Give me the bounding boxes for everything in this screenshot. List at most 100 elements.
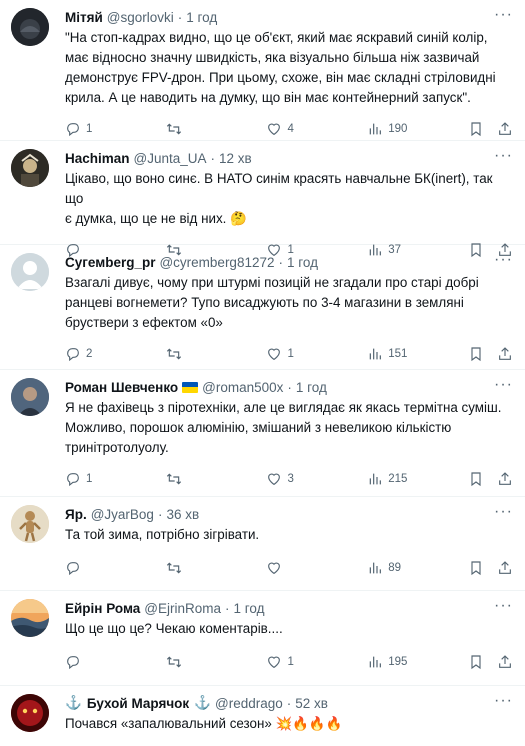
retweet-button[interactable] xyxy=(166,471,267,487)
author-name[interactable]: Мітяй xyxy=(65,10,103,25)
more-icon[interactable]: ··· xyxy=(494,377,513,393)
like-button[interactable]: 1 xyxy=(266,654,367,670)
action-bar: 1 195 xyxy=(65,645,513,679)
timestamp[interactable]: 1 год xyxy=(186,10,217,25)
reply-tweet[interactable]: Hachiman @Junta_UA · 12 хв ··· Цікаво, щ… xyxy=(0,141,525,258)
reply-icon xyxy=(67,123,79,137)
views-icon xyxy=(369,348,382,360)
bookmark-button[interactable] xyxy=(468,654,497,670)
reply-button[interactable]: 1 xyxy=(65,471,166,487)
author-handle[interactable]: @JyarBog xyxy=(91,507,154,522)
reply-tweet[interactable]: Cyгемberg_pr @cyremberg81272 · 1 год ···… xyxy=(0,245,525,370)
ukraine-flag-icon xyxy=(182,381,199,393)
author-name[interactable]: Hachiman xyxy=(65,151,130,166)
action-bar: 1 3 215 xyxy=(65,462,513,496)
more-icon[interactable]: ··· xyxy=(494,7,513,23)
reply-tweet[interactable]: Роман Шевченко @roman500x · 1 год ··· Я … xyxy=(0,370,525,497)
bookmark-button[interactable] xyxy=(468,560,497,576)
author-name[interactable]: Роман Шевченко xyxy=(65,380,178,395)
retweet-icon xyxy=(166,123,181,135)
like-button[interactable]: 3 xyxy=(266,471,367,487)
author-handle[interactable]: @Junta_UA xyxy=(134,151,207,166)
share-button[interactable] xyxy=(497,121,513,137)
action-bar: 89 xyxy=(65,551,513,585)
author-name[interactable]: Бухой Марячок xyxy=(87,696,189,711)
more-icon[interactable]: ··· xyxy=(494,598,513,614)
author-name[interactable]: Cyгемberg_pr xyxy=(65,255,155,270)
share-button[interactable] xyxy=(497,560,513,576)
share-icon xyxy=(499,561,511,574)
avatar[interactable] xyxy=(11,253,49,291)
views-icon xyxy=(369,656,382,668)
author-name[interactable]: Ейрін Рома xyxy=(65,601,140,616)
tweet-text: Та той зима, потрібно зігрівати. xyxy=(65,527,260,542)
tweet-text: Цікаво, що воно синє. В НАТО синім крася… xyxy=(65,171,493,226)
heart-icon xyxy=(268,123,281,136)
reply-icon xyxy=(67,473,79,487)
timestamp[interactable]: 36 хв xyxy=(166,507,199,522)
reply-button[interactable]: 2 xyxy=(65,346,166,362)
views-icon xyxy=(369,473,382,485)
share-icon xyxy=(499,655,511,668)
bookmark-icon xyxy=(471,655,481,670)
reply-thread: Мітяй @sgorlovki · 1 год ··· "На стоп-ка… xyxy=(0,0,525,746)
more-icon[interactable]: ··· xyxy=(494,148,513,164)
bookmark-button[interactable] xyxy=(468,471,497,487)
more-icon[interactable]: ··· xyxy=(494,693,513,709)
retweet-button[interactable] xyxy=(166,346,267,362)
bookmark-icon xyxy=(471,122,481,137)
share-button[interactable] xyxy=(497,346,513,362)
views-button[interactable]: 195 xyxy=(367,654,468,670)
reply-tweet[interactable]: Мітяй @sgorlovki · 1 год ··· "На стоп-ка… xyxy=(0,0,525,141)
retweet-button[interactable] xyxy=(166,560,267,576)
views-button[interactable]: 89 xyxy=(367,560,468,576)
timestamp[interactable]: 12 хв xyxy=(219,151,252,166)
reply-button[interactable] xyxy=(65,560,166,576)
anchor-icon: ⚓ xyxy=(65,695,82,710)
avatar[interactable] xyxy=(11,378,49,416)
author-name[interactable]: Яр. xyxy=(65,507,87,522)
bookmark-icon xyxy=(471,347,481,362)
author-handle[interactable]: @sgorlovki xyxy=(107,10,174,25)
timestamp[interactable]: 1 год xyxy=(287,255,318,270)
tweet-text: Взагалі дивує, чому при штурмі позицій н… xyxy=(65,275,479,330)
reply-button[interactable]: 1 xyxy=(65,121,166,137)
views-button[interactable]: 215 xyxy=(367,471,468,487)
reply-icon xyxy=(67,562,79,576)
avatar[interactable] xyxy=(11,599,49,637)
share-button[interactable] xyxy=(497,654,513,670)
author-handle[interactable]: @EjrinRoma xyxy=(144,601,221,616)
views-button[interactable]: 190 xyxy=(367,121,468,137)
author-handle[interactable]: @roman500x xyxy=(202,380,283,395)
share-button[interactable] xyxy=(497,471,513,487)
views-button[interactable]: 151 xyxy=(367,346,468,362)
avatar[interactable] xyxy=(11,8,49,46)
like-button[interactable] xyxy=(266,560,367,576)
heart-icon xyxy=(268,656,281,669)
share-icon xyxy=(499,347,511,360)
reply-tweet[interactable]: Яр. @JyarBog · 36 хв ··· Та той зима, по… xyxy=(0,497,525,591)
timestamp[interactable]: 1 год xyxy=(296,380,327,395)
timestamp[interactable]: 1 год xyxy=(234,601,265,616)
heart-icon xyxy=(268,348,281,361)
bookmark-button[interactable] xyxy=(468,346,497,362)
author-handle[interactable]: @reddrago xyxy=(215,696,283,711)
avatar[interactable] xyxy=(11,505,49,543)
reply-tweet[interactable]: ⚓ Бухой Марячок ⚓ @reddrago · 52 хв ··· … xyxy=(0,686,525,746)
avatar[interactable] xyxy=(11,694,49,732)
like-button[interactable]: 1 xyxy=(266,346,367,362)
avatar[interactable] xyxy=(11,149,49,187)
bookmark-button[interactable] xyxy=(468,121,497,137)
reply-button[interactable] xyxy=(65,654,166,670)
more-icon[interactable]: ··· xyxy=(494,252,513,268)
retweet-button[interactable] xyxy=(166,121,267,137)
more-icon[interactable]: ··· xyxy=(494,504,513,520)
reply-tweet[interactable]: Ейрін Рома @EjrinRoma · 1 год ··· Що це … xyxy=(0,591,525,686)
retweet-button[interactable] xyxy=(166,654,267,670)
bookmark-icon xyxy=(471,561,481,576)
share-icon xyxy=(499,122,511,135)
author-handle[interactable]: @cyremberg81272 xyxy=(159,255,274,270)
timestamp[interactable]: 52 хв xyxy=(295,696,328,711)
like-button[interactable]: 4 xyxy=(266,121,367,137)
tweet-text: Що це що це? Чекаю коментарів.... xyxy=(65,621,283,636)
